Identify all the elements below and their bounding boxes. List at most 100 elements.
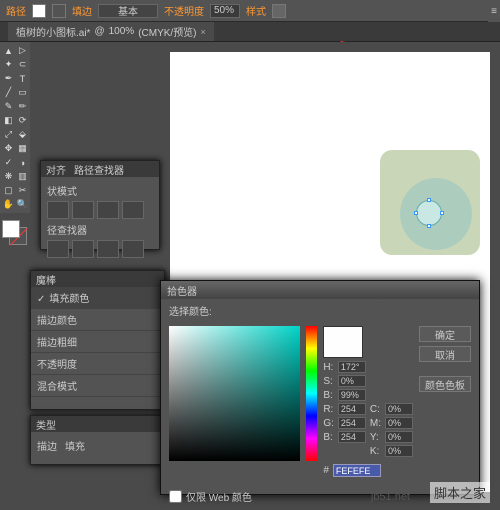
close-icon[interactable]: ×	[201, 27, 206, 37]
opacity-value: 50%	[214, 5, 234, 16]
direct-select-tool[interactable]: ▷	[16, 44, 29, 57]
art-small-circle-selected[interactable]	[416, 200, 442, 226]
unite-button[interactable]	[47, 201, 69, 219]
slice-tool[interactable]: ✂	[16, 184, 29, 197]
tab-zoom: 100%	[109, 26, 135, 37]
hue-slider[interactable]	[306, 326, 318, 461]
blend-mode-option[interactable]: 混合模式	[31, 375, 164, 397]
lasso-tool[interactable]: ⊂	[16, 58, 29, 71]
tab-colormode: (CMYK/预览)	[138, 24, 196, 39]
b-label: B:	[323, 390, 334, 401]
stroke-weight-option[interactable]: 描边粗细	[31, 331, 164, 353]
path-label: 路径	[6, 3, 26, 18]
trim-button[interactable]	[72, 240, 94, 258]
rotate-tool[interactable]: ⟳	[16, 114, 29, 127]
symbol-tool[interactable]: ❋	[2, 170, 15, 183]
divide-button[interactable]	[47, 240, 69, 258]
wand-tab[interactable]: 魔棒	[36, 272, 56, 287]
artboard-tool[interactable]: ▢	[2, 184, 15, 197]
pathfinder-tab[interactable]: 路径查找器	[74, 162, 124, 177]
anchor-right[interactable]	[440, 211, 444, 215]
type-tool[interactable]: T	[16, 72, 29, 85]
hand-tool[interactable]: ✋	[2, 198, 15, 211]
k-label: K:	[370, 446, 381, 457]
web-only-label: 仅限 Web 颜色	[186, 489, 252, 504]
opacity-option[interactable]: 不透明度	[31, 353, 164, 375]
h-label: H:	[323, 362, 334, 373]
graph-tool[interactable]: ▥	[16, 170, 29, 183]
pathfinder-header[interactable]: 对齐 路径查找器	[41, 161, 159, 177]
swatches-button[interactable]: 颜色色板	[419, 376, 471, 392]
fill-sublabel: 填充	[65, 438, 85, 453]
saturation-value-field[interactable]	[169, 326, 300, 461]
stroke-color-option[interactable]: 描边颜色	[31, 309, 164, 331]
control-bar: 路径 填边 基本 不透明度 50% 样式 ≡	[0, 0, 500, 22]
picker-titlebar[interactable]: 拾色器	[161, 281, 479, 299]
k-input[interactable]	[385, 445, 413, 457]
m-input[interactable]	[385, 417, 413, 429]
shape-modes-label: 状模式	[47, 183, 153, 198]
wand-tool[interactable]: ✦	[2, 58, 15, 71]
pathfinders-label: 径查找器	[47, 222, 153, 237]
h-input[interactable]	[338, 361, 366, 373]
fill-color-box[interactable]	[2, 220, 20, 238]
g-input[interactable]	[338, 417, 366, 429]
anchor-bottom[interactable]	[427, 224, 431, 228]
fill-color-label: 填充颜色	[49, 294, 89, 305]
line-tool[interactable]: ╱	[2, 86, 15, 99]
magic-wand-panel: 魔棒 ✓填充颜色 描边颜色 描边粗细 不透明度 混合模式	[30, 270, 165, 410]
eyedropper-tool[interactable]: ✓	[2, 156, 15, 169]
stroke-style-dropdown[interactable]: 基本	[98, 4, 158, 18]
s-input[interactable]	[338, 375, 366, 387]
blend-mode-label: 混合模式	[37, 382, 77, 393]
dock-icon[interactable]: ≡	[488, 0, 500, 22]
minus-front-button[interactable]	[72, 201, 94, 219]
cancel-button[interactable]: 取消	[419, 346, 471, 362]
selection-tool[interactable]: ▲	[2, 44, 15, 57]
zoom-tool[interactable]: 🔍	[16, 198, 29, 211]
anchor-left[interactable]	[414, 211, 418, 215]
document-tab[interactable]: 植树的小图标.ai* @ 100% (CMYK/预览) ×	[8, 22, 214, 41]
ok-button[interactable]: 确定	[419, 326, 471, 342]
c-input[interactable]	[385, 403, 413, 415]
style-swatch[interactable]	[272, 4, 286, 18]
pen-tool[interactable]: ✒	[2, 72, 15, 85]
type-label: 类型	[36, 417, 56, 432]
watermark-site: 脚本之家	[430, 482, 490, 503]
bl-label: B:	[323, 432, 334, 443]
y-input[interactable]	[385, 431, 413, 443]
stroke-swatch[interactable]	[52, 4, 66, 18]
bl-input[interactable]	[338, 431, 366, 443]
intersect-button[interactable]	[97, 201, 119, 219]
opacity-input[interactable]: 50%	[210, 4, 240, 18]
b-input[interactable]	[338, 389, 366, 401]
merge-button[interactable]	[97, 240, 119, 258]
hex-input[interactable]	[333, 464, 381, 477]
web-only-checkbox[interactable]	[169, 490, 182, 503]
gradient-tool[interactable]: ▦	[16, 142, 29, 155]
blend-tool[interactable]: ◑	[16, 156, 29, 169]
m-label: M:	[370, 418, 381, 429]
g-label: G:	[323, 418, 334, 429]
rect-tool[interactable]: ▭	[16, 86, 29, 99]
brush-tool[interactable]: ✎	[2, 100, 15, 113]
color-fields: H: S: B: R: C: G: M: B: Y: K:	[323, 361, 413, 457]
crop-button[interactable]	[122, 240, 144, 258]
tab-bar: 植树的小图标.ai* @ 100% (CMYK/预览) ×	[0, 22, 500, 42]
free-tool[interactable]: ✥	[2, 142, 15, 155]
exclude-button[interactable]	[122, 201, 144, 219]
tab-filename: 植树的小图标.ai*	[16, 24, 90, 39]
fill-swatch[interactable]	[32, 4, 46, 18]
pencil-tool[interactable]: ✏	[16, 100, 29, 113]
eraser-tool[interactable]: ◧	[2, 114, 15, 127]
scale-tool[interactable]: ⤢	[2, 128, 15, 141]
r-input[interactable]	[338, 403, 366, 415]
anchor-top[interactable]	[427, 198, 431, 202]
align-tab[interactable]: 对齐	[46, 162, 66, 177]
fill-stroke-indicator[interactable]	[2, 220, 28, 246]
picker-title-text: 拾色器	[167, 283, 197, 298]
c-label: C:	[370, 404, 381, 415]
hex-label: #	[323, 465, 329, 476]
fill-color-option[interactable]: ✓填充颜色	[31, 287, 164, 309]
warp-tool[interactable]: ⬙	[16, 128, 29, 141]
